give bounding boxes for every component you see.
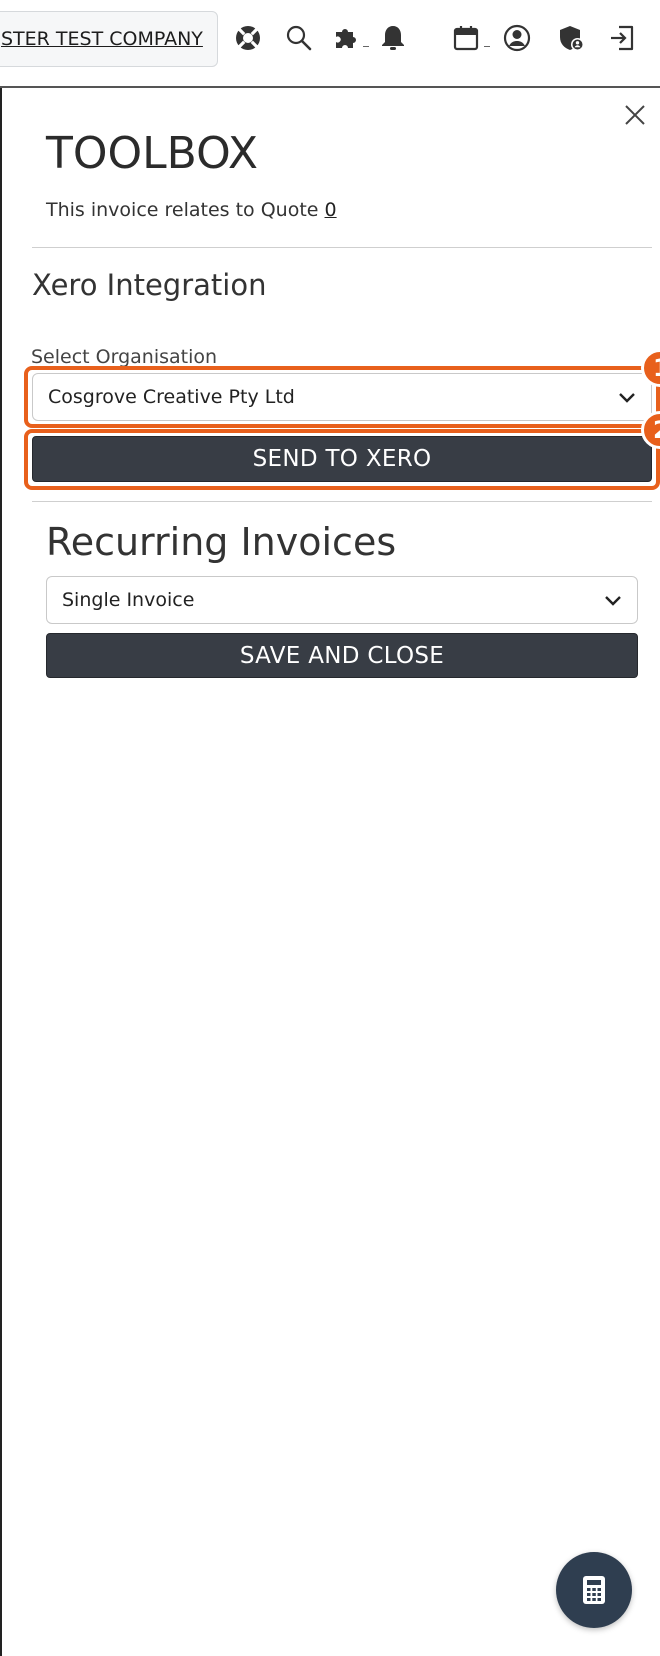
search-icon[interactable] — [281, 20, 317, 56]
recurring-invoices-title: Recurring Invoices — [46, 520, 397, 564]
highlight-send-button — [24, 429, 660, 490]
calendar-icon[interactable] — [448, 20, 484, 56]
section-divider — [32, 247, 652, 248]
lifebuoy-icon[interactable] — [230, 20, 266, 56]
close-icon[interactable] — [620, 100, 650, 130]
panel-left-border — [0, 88, 2, 1656]
quote-relation-text: This invoice relates to Quote 0 — [46, 199, 337, 221]
toolbox-title: TOOLBOX — [46, 128, 259, 179]
recurring-selected-value: Single Invoice — [62, 589, 195, 611]
quote-link[interactable]: 0 — [325, 199, 337, 221]
xero-section-title: Xero Integration — [32, 268, 267, 302]
user-circle-icon[interactable] — [499, 20, 535, 56]
save-and-close-button[interactable]: SAVE AND CLOSE — [46, 633, 638, 678]
company-switcher-button[interactable]: STER TEST COMPANY — [0, 11, 218, 67]
top-bar: STER TEST COMPANY — [0, 0, 660, 86]
company-name: STER TEST COMPANY — [1, 28, 203, 50]
calculator-button[interactable] — [556, 1552, 632, 1628]
recurring-invoice-select[interactable]: Single Invoice — [46, 576, 638, 624]
puzzle-icon[interactable] — [328, 20, 364, 56]
header-divider — [0, 86, 660, 88]
quote-relation-label: This invoice relates to Quote — [46, 199, 319, 221]
select-organisation-label: Select Organisation — [31, 346, 218, 368]
section-divider — [32, 501, 652, 502]
shield-user-icon[interactable] — [553, 20, 589, 56]
calculator-icon — [583, 1576, 605, 1604]
highlight-organisation-select — [24, 366, 660, 428]
calendar-dropdown-indicator — [484, 46, 490, 47]
puzzle-dropdown-indicator — [363, 46, 369, 47]
bell-icon[interactable] — [375, 20, 411, 56]
logout-icon[interactable] — [604, 20, 640, 56]
chevron-down-icon — [605, 596, 621, 606]
